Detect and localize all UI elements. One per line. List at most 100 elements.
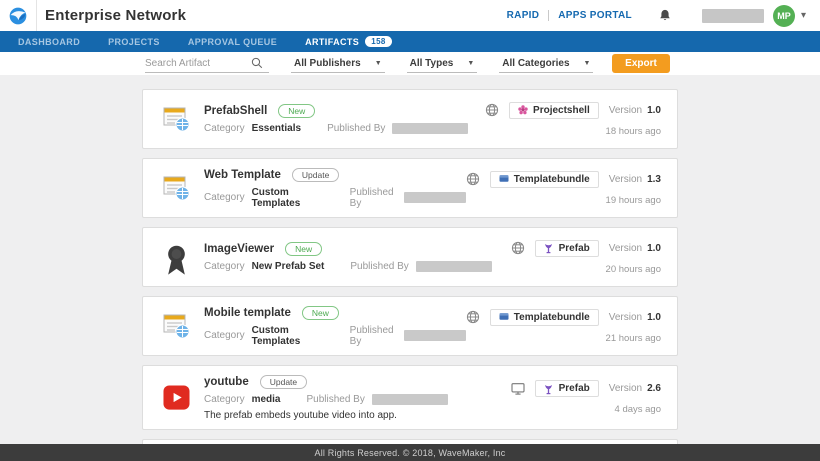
caret-down-icon: ▼ [375, 60, 382, 67]
artifact-name[interactable]: ImageViewer [204, 243, 274, 255]
artifact-status-badge: Update [260, 375, 307, 389]
publishers-dropdown[interactable]: All Publishers ▼ [291, 54, 385, 73]
tab-projects[interactable]: PROJECTS [94, 31, 174, 52]
version-label: Version [609, 243, 642, 254]
header-divider [36, 0, 37, 31]
rapid-link[interactable]: RAPID [507, 10, 540, 21]
tab-artifacts[interactable]: ARTIFACTS 158 [291, 31, 406, 52]
type-chip-label: Templatebundle [514, 174, 590, 185]
published-by-redacted [404, 192, 466, 203]
version-value: 2.6 [647, 383, 661, 394]
type-chip: Prefab [535, 380, 599, 397]
templatebundle-icon [499, 312, 509, 322]
artifact-status-badge: New [285, 242, 322, 256]
caret-down-icon: ▼ [467, 60, 474, 67]
tab-artifacts-label: ARTIFACTS [305, 37, 359, 47]
youtube-icon [163, 385, 190, 410]
version-value: 1.3 [647, 174, 661, 185]
artifacts-count-badge: 158 [365, 36, 392, 47]
published-by-redacted [372, 394, 448, 405]
prefab-icon [544, 384, 554, 394]
search-input[interactable] [145, 58, 251, 69]
artifact-card-partial[interactable] [142, 439, 678, 444]
artifact-name[interactable]: youtube [204, 376, 249, 388]
chevron-down-icon[interactable]: ▾ [801, 10, 806, 21]
artifact-name[interactable]: PrefabShell [204, 105, 267, 117]
artifact-card[interactable]: youtube Update Category media Published … [142, 365, 678, 430]
categories-dropdown-value: All Categories [502, 58, 569, 69]
type-chip-label: Projectshell [533, 105, 590, 116]
artifact-type-icon [163, 385, 190, 411]
main-nav: DASHBOARD PROJECTS APPROVAL QUEUE ARTIFA… [0, 31, 820, 52]
published-by-label: Published By [306, 394, 364, 405]
artifact-card[interactable]: PrefabShell New Category Essentials Publ… [142, 89, 678, 149]
version-label: Version [609, 383, 642, 394]
artifact-card[interactable]: Web Template Update Category Custom Temp… [142, 158, 678, 218]
type-chip: Templatebundle [490, 171, 599, 188]
published-by-label: Published By [327, 123, 385, 134]
published-time: 19 hours ago [606, 195, 661, 206]
search-field [145, 54, 269, 73]
published-time: 18 hours ago [606, 126, 661, 137]
types-dropdown-value: All Types [410, 58, 454, 69]
artifact-name[interactable]: Web Template [204, 169, 281, 181]
wavemaker-logo-icon [8, 6, 28, 26]
artifact-name[interactable]: Mobile template [204, 307, 291, 319]
filter-bar: All Publishers ▼ All Types ▼ All Categor… [0, 52, 820, 75]
category-value: media [252, 394, 281, 405]
version-value: 1.0 [647, 243, 661, 254]
search-icon[interactable] [251, 57, 263, 69]
version-label: Version [609, 174, 642, 185]
category-label: Category [204, 123, 245, 134]
category-value: Custom Templates [252, 325, 324, 347]
apps-portal-link[interactable]: APPS PORTAL [558, 10, 632, 21]
link-separator [548, 10, 549, 21]
type-chip-label: Templatebundle [514, 312, 590, 323]
prefab-icon [544, 243, 554, 253]
username-redacted [702, 9, 764, 23]
categories-dropdown[interactable]: All Categories ▼ [499, 54, 593, 73]
category-label: Category [204, 261, 245, 272]
projectshell-icon [518, 105, 528, 115]
notifications-bell-icon[interactable] [658, 8, 672, 23]
version-value: 1.0 [647, 105, 661, 116]
tab-approval-queue[interactable]: APPROVAL QUEUE [174, 31, 291, 52]
type-chip: Projectshell [509, 102, 599, 119]
artifact-description: The prefab embeds youtube video into app… [204, 410, 448, 421]
category-label: Category [204, 394, 245, 405]
category-value: Essentials [252, 123, 301, 134]
published-by-label: Published By [350, 187, 397, 209]
category-value: New Prefab Set [252, 261, 325, 272]
footer: All Rights Reserved. © 2018, WaveMaker, … [0, 444, 820, 461]
published-by-redacted [392, 123, 468, 134]
category-label: Category [204, 192, 245, 203]
type-chip: Templatebundle [490, 309, 599, 326]
types-dropdown[interactable]: All Types ▼ [407, 54, 478, 73]
globe-icon [466, 172, 480, 186]
category-value: Custom Templates [252, 187, 324, 209]
avatar[interactable]: MP [773, 5, 795, 27]
published-by-label: Published By [350, 325, 397, 347]
templatebundle-icon [499, 174, 509, 184]
artifact-status-badge: Update [292, 168, 339, 182]
artifact-card[interactable]: ImageViewer New Category New Prefab Set … [142, 227, 678, 287]
export-button[interactable]: Export [612, 54, 670, 73]
publishers-dropdown-value: All Publishers [294, 58, 361, 69]
template-icon [163, 106, 190, 132]
globe-icon [511, 241, 525, 255]
published-time: 4 days ago [615, 404, 661, 415]
artifact-status-badge: New [302, 306, 339, 320]
published-by-redacted [404, 330, 466, 341]
artifact-status-badge: New [278, 104, 315, 118]
tab-dashboard[interactable]: DASHBOARD [4, 31, 94, 52]
published-by-redacted [416, 261, 492, 272]
version-value: 1.0 [647, 312, 661, 323]
app-header: Enterprise Network RAPID APPS PORTAL MP … [0, 0, 820, 31]
template-icon [163, 175, 190, 201]
copyright-text: All Rights Reserved. © 2018, WaveMaker, … [315, 448, 506, 458]
published-by-label: Published By [350, 261, 408, 272]
content-area: PrefabShell New Category Essentials Publ… [0, 75, 820, 444]
artifact-card[interactable]: Mobile template New Category Custom Temp… [142, 296, 678, 356]
monitor-icon [511, 382, 525, 396]
category-label: Category [204, 330, 245, 341]
